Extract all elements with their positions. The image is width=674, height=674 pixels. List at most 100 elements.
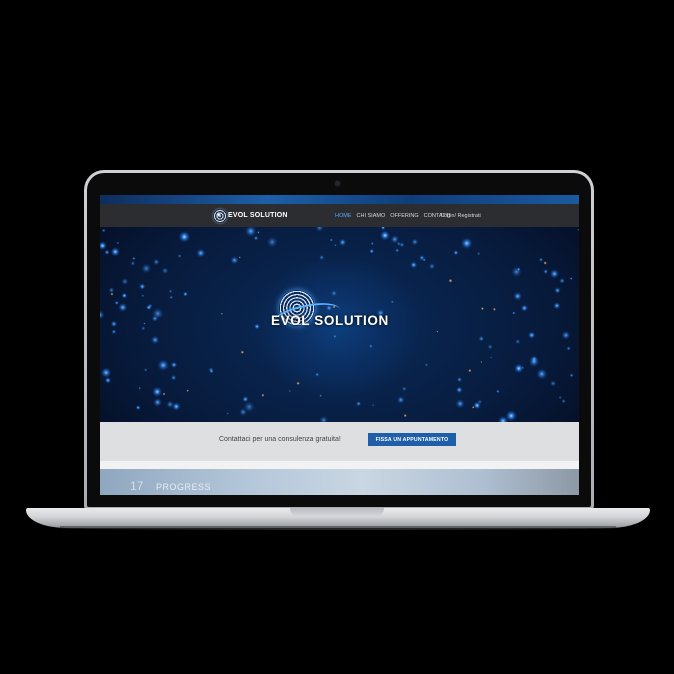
particle-dot	[473, 401, 481, 410]
particle-spark	[471, 406, 475, 409]
particle-dot	[512, 311, 516, 315]
particle-dot	[476, 251, 481, 256]
particle-dot	[380, 227, 386, 230]
particle-dot	[536, 368, 548, 380]
particle-dot	[411, 238, 419, 246]
particle-dot	[196, 248, 206, 258]
particle-dot	[520, 304, 529, 312]
particle-dot	[244, 227, 257, 238]
particle-dot	[319, 254, 325, 261]
cta-text: Contattaci per una consulenza gratuita!	[219, 436, 341, 443]
nav-item-offering[interactable]: OFFERING	[390, 213, 418, 219]
particle-dot	[100, 367, 112, 379]
particle-dot	[121, 277, 129, 286]
site-navbar: EVOL SOLUTION HOME CHI SIAMO OFFERING CO…	[100, 204, 579, 227]
particle-dot	[182, 291, 188, 297]
particle-dot	[243, 401, 256, 413]
particle-dot	[116, 241, 120, 245]
cta-bar: Contattaci per una consulenza gratuita! …	[100, 422, 579, 462]
particle-dot	[379, 230, 391, 241]
particle-spark	[296, 381, 300, 385]
particle-dot	[478, 335, 485, 342]
particle-dot	[110, 320, 118, 328]
particle-dot	[161, 267, 169, 275]
particle-dot	[288, 389, 292, 393]
nav-item-home[interactable]: HOME	[335, 213, 352, 219]
particle-dot	[554, 287, 561, 294]
particle-dot	[487, 344, 493, 350]
particle-dot	[368, 344, 373, 349]
particle-dot	[314, 372, 320, 377]
particle-spark	[436, 330, 439, 333]
particle-dot	[410, 261, 418, 269]
particle-dot	[528, 356, 540, 368]
particle-dot	[456, 376, 463, 383]
particle-dot	[396, 395, 405, 404]
particle-dot	[138, 386, 142, 390]
nav-login-link[interactable]: Login/ Registrati	[441, 204, 481, 227]
hero-logo: EVOL SOLUTION	[269, 287, 411, 342]
particle-spark	[480, 307, 484, 311]
particle-dot	[315, 227, 324, 232]
particle-dot	[319, 394, 323, 398]
particle-dot	[177, 254, 182, 258]
particle-dot	[256, 230, 260, 234]
particle-dot	[132, 256, 136, 261]
particle-dot	[153, 258, 160, 266]
particle-dot	[561, 398, 566, 404]
particle-dot	[513, 291, 523, 301]
particle-spark	[492, 307, 496, 311]
particle-spark	[543, 261, 547, 265]
particle-dot	[100, 310, 105, 320]
particle-dot	[101, 228, 106, 233]
particle-dot	[577, 228, 579, 232]
particle-dot	[561, 330, 571, 340]
particle-spark	[480, 361, 483, 363]
appointment-button[interactable]: FISSA UN APPUNTAMENTO	[368, 433, 456, 446]
particle-dot	[157, 359, 170, 372]
particle-dot	[254, 323, 260, 330]
particle-dot	[208, 367, 214, 373]
progress-number: 17	[130, 479, 144, 493]
particle-dot	[138, 283, 146, 290]
nav-menu: HOME CHI SIAMO OFFERING CONTATTI	[335, 204, 450, 227]
particle-dot	[395, 248, 400, 253]
particle-dot	[146, 304, 152, 311]
particle-dot	[569, 373, 574, 378]
particle-dot	[460, 237, 473, 250]
particle-dot	[226, 412, 229, 415]
particle-dot	[543, 268, 549, 275]
particle-dot	[166, 400, 174, 409]
particle-dot	[401, 386, 407, 392]
particle-dot	[355, 400, 362, 407]
particle-dot	[496, 389, 500, 394]
particle-dot	[114, 300, 119, 305]
site-logo-text: EVOL SOLUTION	[228, 212, 288, 219]
particle-dot	[490, 356, 493, 359]
hero-banner: EVOL SOLUTION	[100, 227, 579, 422]
particle-dot	[559, 277, 566, 284]
particle-dot	[511, 266, 522, 278]
particle-dot	[170, 361, 178, 369]
particle-dot	[130, 260, 136, 266]
hero-logo-text: EVOL SOLUTION	[271, 313, 389, 328]
webcam-icon	[335, 181, 340, 186]
particle-dot	[104, 249, 110, 256]
particle-spark	[110, 292, 114, 296]
particle-dot	[334, 244, 337, 247]
laptop-base-shadow	[60, 526, 616, 530]
particle-dot	[399, 242, 405, 248]
particle-dot	[150, 335, 160, 345]
particle-dot	[118, 302, 128, 312]
particle-dot	[111, 329, 117, 335]
nav-item-chi-siamo[interactable]: CHI SIAMO	[357, 213, 386, 219]
globe-logo-icon	[213, 208, 227, 223]
particle-dot	[143, 367, 148, 372]
particle-dot	[569, 277, 573, 281]
particle-dot	[516, 267, 521, 272]
particle-dot	[538, 257, 544, 262]
particle-dot	[455, 386, 463, 394]
particle-dot	[140, 325, 146, 331]
particle-dot	[178, 230, 191, 243]
site-logo[interactable]: EVOL SOLUTION	[213, 207, 288, 224]
